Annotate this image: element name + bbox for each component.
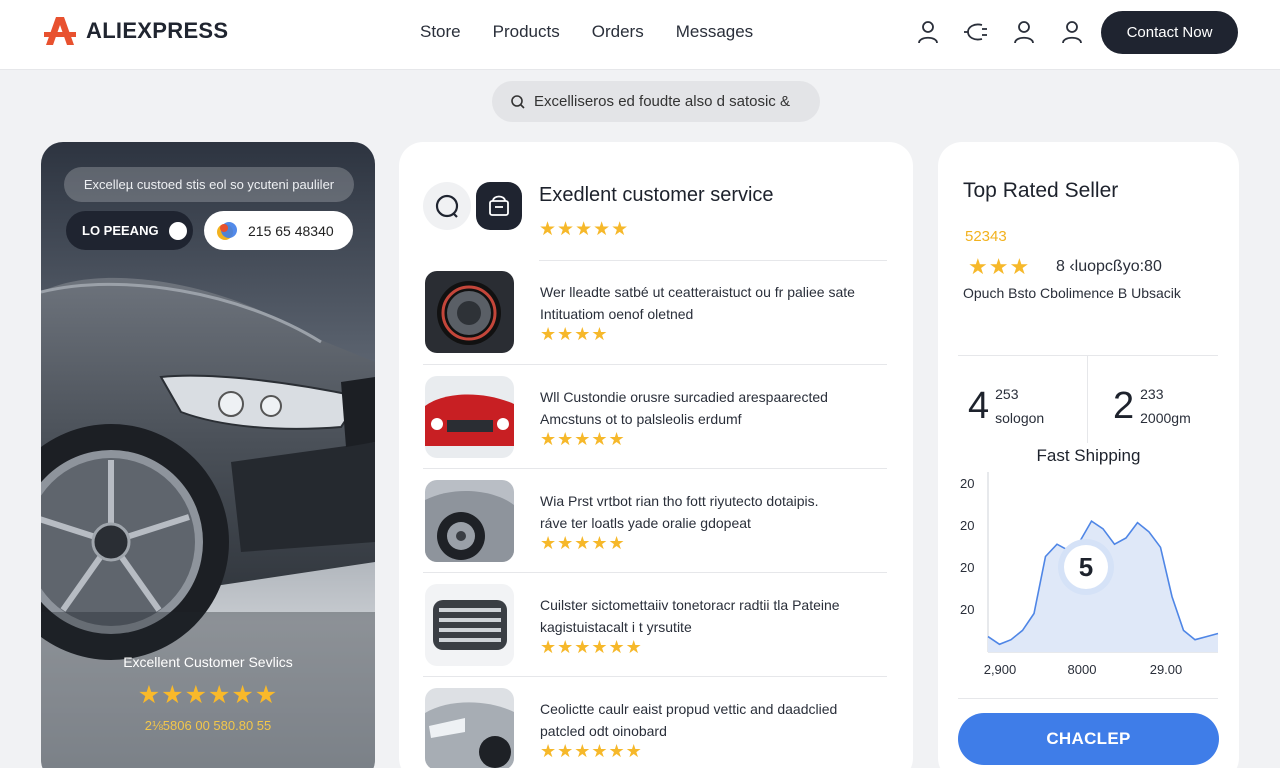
review-list: Wer lleadte satbé ut ceatteraistuct ou f… xyxy=(423,260,887,768)
review-thumbnail xyxy=(425,480,514,562)
chart-y-tick-label: 20 xyxy=(960,518,974,533)
review-thumbnail xyxy=(425,271,514,353)
seller-action-button[interactable]: CHACLEP xyxy=(958,713,1219,765)
brand-logo[interactable]: ALIEXPRESS xyxy=(42,15,228,47)
reviews-title: Exedlent customer service xyxy=(539,184,774,206)
review-stars: ★★★★ xyxy=(540,324,609,344)
review-stars: ★★★★★ xyxy=(540,429,626,449)
review-item[interactable]: Ceolictte caulr eaist propud vettic and … xyxy=(423,676,887,768)
hero-button[interactable]: LO PEEANG xyxy=(66,211,193,250)
google-icon xyxy=(217,221,237,240)
review-text-line1: Ceolictte caulr eaist propud vettic and … xyxy=(540,701,838,717)
plug-icon[interactable] xyxy=(962,18,990,46)
chart-y-tick-label: 20 xyxy=(960,476,974,491)
hero-number: 2⅛5806 00 580.80 55 xyxy=(144,718,272,733)
review-text-line1: Cuilster sictomettaiiv tonetoracr radtii… xyxy=(540,597,840,613)
chart-x-tick-label: 2,900 xyxy=(984,662,1017,676)
review-text-line2: patcled odt oinobard xyxy=(540,723,667,739)
reviews-title-stars: ★★★★★ xyxy=(539,219,630,240)
hero-tagline: Excelleµ custoed stis eol so ycuteni pau… xyxy=(64,167,354,202)
review-stars: ★★★★★ xyxy=(540,533,626,553)
shipping-chart: 20 20 20 20 2,900 8000 29.00 5 xyxy=(960,472,1219,676)
contact-now-button[interactable]: Contact Now xyxy=(1101,11,1238,54)
review-text-line1: Wia Prst vrtbot rian tho fott riyutecto … xyxy=(540,493,819,509)
chart-x-tick-label: 8000 xyxy=(1068,662,1097,676)
stat-right: 2 233 2000gm xyxy=(1113,382,1191,430)
review-item[interactable]: Wer lleadte satbé ut ceatteraistuct ou f… xyxy=(423,260,887,364)
profile-icon[interactable] xyxy=(1058,18,1086,46)
review-item[interactable]: Wll Custondie orusre surcadied arespaare… xyxy=(423,364,887,468)
divider xyxy=(958,355,1218,356)
chart-badge-value: 5 xyxy=(1079,552,1093,582)
review-item[interactable]: Cuilster sictomettaiiv tonetoracr radtii… xyxy=(423,572,887,676)
account-icon[interactable] xyxy=(1010,18,1038,46)
top-bar: ALIEXPRESS Store Products Orders Message… xyxy=(0,0,1280,70)
aliexpress-logo-icon xyxy=(44,17,76,45)
stat-left-top: 253 xyxy=(995,386,1019,402)
nav-orders[interactable]: Orders xyxy=(592,22,644,42)
nav-products[interactable]: Products xyxy=(493,22,560,42)
hero-button-label: LO PEEANG xyxy=(82,223,159,238)
chart-y-tick-label: 20 xyxy=(960,602,974,617)
chart-x-tick-label: 29.00 xyxy=(1150,662,1183,676)
chart-y-tick-label: 20 xyxy=(960,560,974,575)
divider xyxy=(958,698,1218,699)
stat-right-big: 2 xyxy=(1113,384,1135,427)
hero-card: Excelleµ custoed stis eol so ycuteni pau… xyxy=(41,142,375,768)
review-thumbnail xyxy=(425,584,514,666)
hero-phone-pill[interactable]: 215 65 48340 xyxy=(204,211,353,250)
hero-phone-number: 215 65 48340 xyxy=(248,222,334,239)
shop-bag-icon[interactable] xyxy=(476,182,522,230)
chart-badge: 5 xyxy=(1058,539,1114,595)
header-icons xyxy=(914,18,1086,46)
shipping-label: Fast Shipping xyxy=(1036,446,1141,465)
brand-name: ALIEXPRESS xyxy=(86,18,229,43)
review-stars: ★★★★★★ xyxy=(540,741,643,761)
review-text-line2: kagistuistacalt i t yrsutite xyxy=(540,619,692,635)
review-text-line2: ráve ter loatls yade oralie gdopeat xyxy=(540,515,751,531)
stat-left: 4 253 sologon xyxy=(968,382,1044,430)
review-text-line2: Amcstuns ot to palsleolis erdumf xyxy=(540,411,742,427)
stat-left-big: 4 xyxy=(968,384,990,427)
reviews-card: Exedlent customer service ★★★★★ Wer llea… xyxy=(399,142,913,768)
seller-title: Top Rated Seller xyxy=(963,179,1119,202)
divider xyxy=(1087,355,1088,443)
user-icon[interactable] xyxy=(914,18,942,46)
review-text-line2: Intituatiom oenof oletned xyxy=(540,306,694,322)
main-nav: Store Products Orders Messages xyxy=(420,22,753,42)
review-thumbnail xyxy=(425,376,514,458)
search-icon xyxy=(511,94,525,109)
stat-right-top: 233 xyxy=(1140,386,1164,402)
review-text-line1: Wer lleadte satbé ut ceatteraistuct ou f… xyxy=(540,284,855,300)
search-bar[interactable]: Excelliseros ed foudte also d satosic & xyxy=(492,81,820,122)
stat-right-bottom: 2000gm xyxy=(1140,410,1191,426)
review-stars: ★★★★★★ xyxy=(540,637,643,657)
review-thumbnail xyxy=(425,688,514,768)
search-icon xyxy=(168,221,187,240)
nav-messages[interactable]: Messages xyxy=(676,22,753,42)
seller-stars-text: 8 ‹luopcßyo:80 xyxy=(1056,258,1162,275)
hero-caption: Excellent Customer Sevlics xyxy=(123,654,293,670)
hero-rating-stars: ★★★★★★ xyxy=(137,681,279,709)
review-item[interactable]: Wia Prst vrtbot rian tho fott riyutecto … xyxy=(423,468,887,572)
nav-store[interactable]: Store xyxy=(420,22,461,42)
review-text-line1: Wll Custondie orusre surcadied arespaare… xyxy=(540,389,828,405)
seller-stars: ★★★ xyxy=(968,254,1031,279)
search-text: Excelliseros ed foudte also d satosic & xyxy=(534,93,790,110)
seller-card: Top Rated Seller 52343 ★★★ 8 ‹luopcßyo:8… xyxy=(938,142,1239,768)
seller-subtitle: Opuch Bsto Cbolimence B Ubsacik xyxy=(963,285,1181,301)
stat-left-bottom: sologon xyxy=(995,410,1045,426)
chat-icon[interactable] xyxy=(423,182,471,230)
seller-rating-number: 52343 xyxy=(965,228,1007,245)
